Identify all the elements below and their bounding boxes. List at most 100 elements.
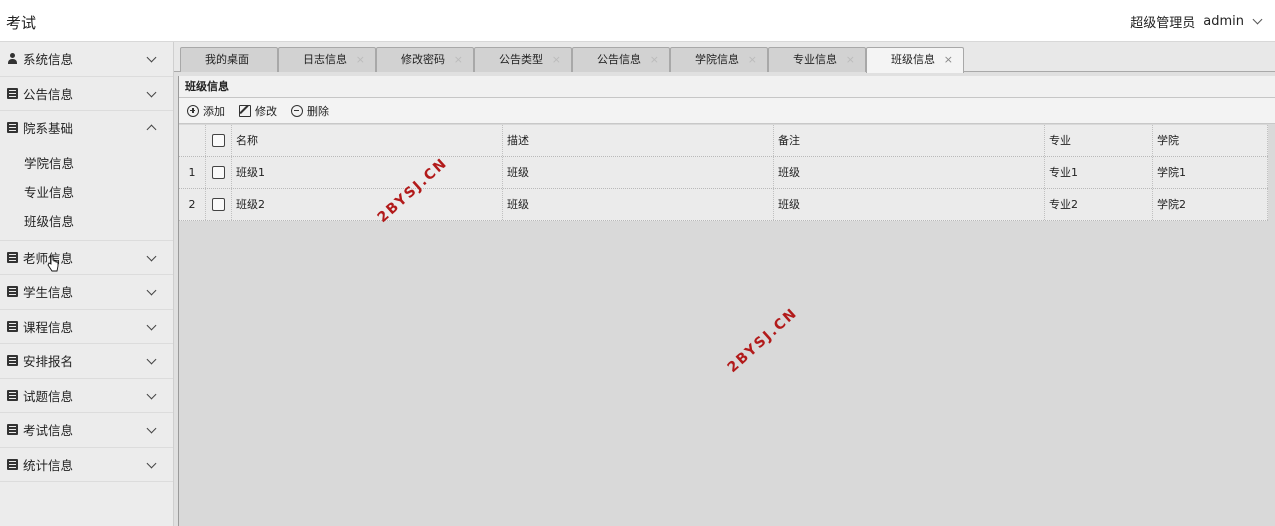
column-header[interactable]: 学院 [1153, 125, 1268, 156]
cell-college: 学院1 [1153, 157, 1268, 188]
cell-desc: 班级 [503, 189, 774, 220]
book-icon [7, 389, 18, 401]
close-icon[interactable]: × [650, 48, 659, 71]
chevron-down-icon [146, 87, 157, 97]
sidebar-group-student: 学生信息 [0, 275, 173, 310]
sidebar-group-questions: 试题信息 [0, 379, 173, 413]
column-header[interactable]: 描述 [503, 125, 774, 156]
sidebar-item-label: 院系基础 [23, 121, 74, 137]
sidebar-item-student[interactable]: 学生信息 [0, 275, 173, 309]
chevron-down-icon [146, 423, 157, 434]
sidebar-subitem-major[interactable]: 专业信息 [0, 178, 173, 207]
sidebar-group-notice: 公告信息 [0, 77, 173, 111]
delete-button-label: 删除 [307, 104, 329, 118]
row-checkbox-cell [206, 189, 232, 220]
tab-major[interactable]: 专业信息 × [768, 47, 866, 72]
tab-log[interactable]: 日志信息 × [278, 47, 376, 72]
row-checkbox[interactable] [212, 198, 225, 211]
sidebar-subitem-college[interactable]: 学院信息 [0, 149, 173, 178]
book-icon [7, 320, 18, 332]
tab-label: 修改密码 [401, 53, 445, 66]
sidebar-item-system[interactable]: 系统信息 [0, 42, 173, 76]
user-role: 超级管理员 [1130, 16, 1196, 31]
cell-college: 学院2 [1153, 189, 1268, 220]
book-icon [7, 122, 18, 134]
sidebar-item-label: 系统信息 [23, 52, 74, 68]
tab-label: 学院信息 [695, 53, 739, 66]
close-icon[interactable]: × [846, 48, 855, 71]
sidebar-item-teacher[interactable]: 老师信息 [0, 241, 173, 275]
sidebar-group-enroll: 安排报名 [0, 344, 173, 379]
plus-circle-icon [187, 104, 199, 117]
table-header: 名称 描述 备注 专业 学院 [179, 125, 1268, 157]
add-button-label: 添加 [203, 104, 225, 118]
table-row[interactable]: 1 班级1 班级 班级 专业1 学院1 [179, 157, 1268, 189]
sidebar-group-exam: 考试信息 [0, 413, 173, 448]
sidebar-item-questions[interactable]: 试题信息 [0, 379, 173, 413]
sidebar-item-enroll[interactable]: 安排报名 [0, 344, 173, 378]
data-grid: 名称 描述 备注 专业 学院 1 班级1 班级 班级 专业1 学院1 2 班级2… [179, 125, 1268, 221]
sidebar-item-label: 学生信息 [23, 285, 74, 301]
close-icon[interactable]: × [454, 48, 463, 71]
cell-name: 班级2 [232, 189, 503, 220]
close-icon[interactable]: × [552, 48, 561, 71]
sidebar-item-notice[interactable]: 公告信息 [0, 77, 173, 111]
sidebar-item-label: 统计信息 [23, 457, 74, 473]
book-icon [7, 458, 18, 470]
tab-class[interactable]: 班级信息 × [866, 47, 964, 73]
close-icon[interactable]: × [944, 48, 953, 71]
sidebar-group-stats: 统计信息 [0, 448, 173, 482]
cell-note: 班级 [774, 157, 1045, 188]
column-header[interactable]: 备注 [774, 125, 1045, 156]
sidebar-item-course[interactable]: 课程信息 [0, 310, 173, 344]
row-checkbox[interactable] [212, 166, 225, 179]
sidebar-subitem-class[interactable]: 班级信息 [0, 207, 173, 236]
sidebar-submenu: 学院信息 专业信息 班级信息 [0, 145, 173, 240]
sidebar-item-stats[interactable]: 统计信息 [0, 448, 173, 482]
close-icon[interactable]: × [356, 48, 365, 71]
app-title: 考试 [6, 14, 37, 32]
user-menu[interactable]: 超级管理员 admin [1130, 12, 1263, 31]
toolbar: 添加 修改 删除 [179, 98, 1275, 124]
chevron-down-icon [146, 320, 157, 330]
sidebar-group-department: 院系基础 学院信息 专业信息 班级信息 [0, 111, 173, 241]
chevron-down-icon [146, 52, 157, 63]
delete-button[interactable]: 删除 [291, 103, 329, 119]
chevron-down-icon [146, 458, 157, 468]
cell-desc: 班级 [503, 157, 774, 188]
sidebar-item-label: 考试信息 [23, 423, 74, 439]
minus-circle-icon [291, 104, 303, 117]
sidebar-group-system: 系统信息 [0, 42, 173, 77]
chevron-down-icon [146, 389, 157, 399]
sidebar-item-exam[interactable]: 考试信息 [0, 413, 173, 447]
panel-title: 班级信息 [179, 76, 1275, 98]
tab-notice[interactable]: 公告信息 × [572, 47, 670, 72]
cell-major: 专业1 [1045, 157, 1153, 188]
book-icon [7, 286, 18, 298]
chevron-down-icon[interactable] [1252, 14, 1263, 25]
tab-desktop[interactable]: 我的桌面 [180, 47, 278, 72]
content-panel: 班级信息 添加 修改 删除 名称 描述 备注 专业 学院 1 班级1 班级 班级… [178, 76, 1275, 526]
select-all-checkbox[interactable] [212, 134, 225, 147]
sidebar: 系统信息 公告信息 院系基础 学院信息 专业信息 班级信息 老师信息 学生信息 … [0, 42, 174, 526]
tab-college[interactable]: 学院信息 × [670, 47, 768, 72]
tab-password[interactable]: 修改密码 × [376, 47, 474, 72]
sidebar-item-department[interactable]: 院系基础 [0, 111, 173, 145]
chevron-up-icon [146, 124, 157, 135]
column-header[interactable]: 专业 [1045, 125, 1153, 156]
close-icon[interactable]: × [748, 48, 757, 71]
table-row[interactable]: 2 班级2 班级 班级 专业2 学院2 [179, 189, 1268, 221]
sidebar-group-course: 课程信息 [0, 310, 173, 344]
sidebar-item-label: 课程信息 [23, 319, 74, 335]
tab-bar: 我的桌面 日志信息 × 修改密码 × 公告类型 × 公告信息 × 学院信息 × … [174, 42, 1275, 73]
edit-button-label: 修改 [255, 104, 277, 118]
row-number: 1 [179, 157, 206, 188]
edit-button[interactable]: 修改 [239, 103, 277, 119]
sidebar-group-teacher: 老师信息 [0, 241, 173, 275]
cell-note: 班级 [774, 189, 1045, 220]
tab-notice-type[interactable]: 公告类型 × [474, 47, 572, 72]
user-name[interactable]: admin [1203, 14, 1244, 29]
header-rownum [179, 125, 206, 156]
column-header[interactable]: 名称 [232, 125, 503, 156]
add-button[interactable]: 添加 [187, 103, 225, 119]
